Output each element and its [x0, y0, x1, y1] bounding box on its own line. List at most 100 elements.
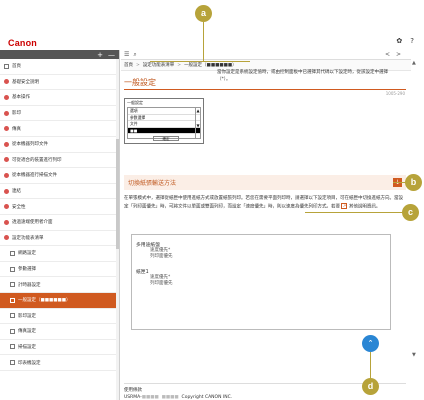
sidebar-item[interactable]: 傳真	[0, 121, 119, 137]
callout-line	[150, 61, 250, 62]
sidebar-item-label: 首頁	[12, 64, 21, 70]
option-heading: 多用途紙盤	[136, 243, 160, 248]
prev-page-button[interactable]: <	[385, 51, 396, 58]
breadcrumb-link[interactable]: 設定功能表清單	[143, 62, 175, 68]
copyright: Copyright CANON INC.	[181, 395, 233, 400]
options-box: 多用途紙盤 速度優先* 列印面優先 紙匣1 速度優先* 列印面優先	[131, 234, 391, 330]
option-value: 列印面優先	[150, 281, 173, 286]
callout-line	[305, 212, 404, 213]
sidebar: + — 首頁基礎安全說明 基本操作影印傳真從本機器列印文件可從適合的裝置進行列印從…	[0, 50, 120, 400]
sidebar-item-label: 一般設定（■■■■■■）	[18, 298, 71, 304]
document-number: 1005-290	[385, 91, 405, 96]
topic-icon	[4, 188, 9, 194]
link-icon[interactable]: ↗	[341, 202, 348, 209]
sidebar-item[interactable]: 設定功能表清單	[0, 231, 119, 247]
sidebar-item[interactable]: 影印	[0, 106, 119, 122]
callout-line	[203, 22, 204, 62]
content-toolbar: ☰ ⌕	[121, 50, 411, 60]
breadcrumb-current: 一般設定（■■■■■■）	[184, 63, 237, 68]
sidebar-item-label: 可從適合的裝置進行列印	[12, 157, 62, 163]
topic-icon	[4, 204, 9, 210]
topic-icon	[4, 219, 9, 225]
back-to-top-button[interactable]: ⌃	[362, 335, 379, 352]
page-icon	[10, 328, 15, 334]
footer-code: USRMA-■■■■ ■■■■ Copyright CANON INC.	[124, 395, 233, 400]
sidebar-list: 首頁基礎安全說明 基本操作影印傳真從本機器列印文件可從適合的裝置進行列印 從本機器進…	[0, 59, 119, 371]
sidebar-item[interactable]: 透過遠端使用者介面	[0, 215, 119, 231]
sidebar-item[interactable]: 掃描設定	[0, 340, 119, 356]
sidebar-item[interactable]: 參數選擇	[0, 262, 119, 278]
page-icon	[10, 313, 15, 319]
sidebar-item[interactable]: 從本機器列印文件	[0, 137, 119, 153]
intro-description: 當你設定是系統設定值時，或由控制面板中已選擇其代碼以下設定時，從該設定中選擇（*…	[217, 70, 388, 82]
sidebar-item-active[interactable]: 一般設定（■■■■■■）	[0, 292, 119, 309]
expand-all-button[interactable]: +	[97, 51, 103, 59]
sidebar-item[interactable]: 首頁	[0, 59, 119, 75]
page-icon	[10, 344, 15, 350]
next-page-button[interactable]: >	[396, 51, 407, 58]
sidebar-item-label: 透過遠端使用者介面	[12, 220, 53, 226]
callout-d: d	[362, 378, 379, 395]
page-icon	[4, 63, 9, 69]
topic-icon	[4, 110, 9, 116]
sidebar-item[interactable]: 計時器設定	[0, 277, 119, 293]
sidebar-item-label: 設定功能表清單	[12, 235, 44, 241]
sidebar-item[interactable]: 基礎安全說明	[0, 75, 119, 91]
topic-icon	[4, 157, 9, 163]
sidebar-item[interactable]: 傳真設定	[0, 324, 119, 340]
sidebar-controls: + —	[0, 50, 119, 59]
header-icons: ✿ ?	[396, 37, 414, 45]
topic-icon	[4, 141, 9, 147]
sidebar-item-label: 掃描設定	[18, 344, 36, 350]
callout-a: a	[195, 5, 212, 22]
breadcrumb-separator: >	[136, 62, 140, 68]
sidebar-item-label: 從本機器列印文件	[12, 142, 48, 148]
sidebar-item-label: 安全性	[12, 204, 26, 210]
search-icon[interactable]: ⌕	[133, 51, 136, 59]
panel-title: 一般設定	[127, 100, 143, 105]
page-nav: <>	[385, 51, 407, 58]
sidebar-item-label: 影印設定	[18, 313, 36, 319]
sidebar-item-label: 網路設定	[18, 251, 36, 257]
sidebar-item[interactable]: 印表機設定	[0, 355, 119, 371]
sidebar-item[interactable]: 安全性	[0, 199, 119, 215]
topic-icon	[4, 235, 9, 241]
sidebar-item[interactable]: 從本機器進行掃描文件	[0, 168, 119, 184]
canon-logo: Canon	[8, 38, 37, 48]
panel-list: 選項 參數選擇 文件 ■■ ▲ ▼	[127, 107, 201, 139]
breadcrumb-separator: >	[177, 62, 182, 68]
footer: 使用條款 USRMA-■■■■ ■■■■ Copyright CANON INC…	[124, 387, 232, 400]
topic-icon	[4, 79, 9, 85]
sidebar-item-label: 基本操作	[12, 95, 30, 101]
page-icon	[10, 360, 15, 366]
callout-line	[370, 352, 371, 379]
sidebar-item[interactable]: 可從適合的裝置進行列印	[0, 153, 119, 169]
breadcrumb-link[interactable]: 首頁	[124, 62, 133, 68]
callout-b: b	[405, 174, 422, 191]
menu-icon[interactable]: ☰	[124, 51, 129, 58]
sidebar-item[interactable]: 基本操作	[0, 90, 119, 106]
settings-icon[interactable]: ✿	[396, 37, 402, 45]
topic-icon	[4, 126, 9, 132]
sidebar-item-label: 影印	[12, 111, 21, 117]
top-header: Canon ✿ ?	[0, 0, 424, 50]
help-icon[interactable]: ?	[410, 37, 414, 45]
settings-panel-illustration: 一般設定 選項 參數選擇 文件 ■■ ▲ ▼ 確定	[124, 98, 204, 144]
sidebar-item[interactable]: 網路設定	[0, 246, 119, 262]
sidebar-item-label: 基礎安全說明	[12, 79, 39, 85]
panel-row-selected: ■■	[128, 127, 200, 134]
sidebar-item[interactable]: 影印設定	[0, 309, 119, 325]
sidebar-item-label: 傳真	[12, 126, 21, 132]
sidebar-item-label: 從本機器進行掃描文件	[12, 173, 57, 179]
panel-ok-button: 確定	[153, 136, 179, 141]
page-icon	[10, 297, 15, 303]
section-title: 切換紙張輸送方法	[128, 180, 177, 187]
sidebar-scroll-thumb[interactable]	[116, 139, 119, 249]
topic-icon	[4, 94, 9, 100]
section-header[interactable]: 切換紙張輸送方法 ↓	[124, 175, 406, 190]
sidebar-item-label: 連結	[12, 189, 21, 195]
sidebar-item[interactable]: 連結	[0, 184, 119, 200]
sidebar-scrollbar[interactable]	[116, 59, 119, 400]
collapse-all-button[interactable]: —	[108, 51, 115, 59]
terms-link[interactable]: 使用條款	[124, 387, 232, 394]
